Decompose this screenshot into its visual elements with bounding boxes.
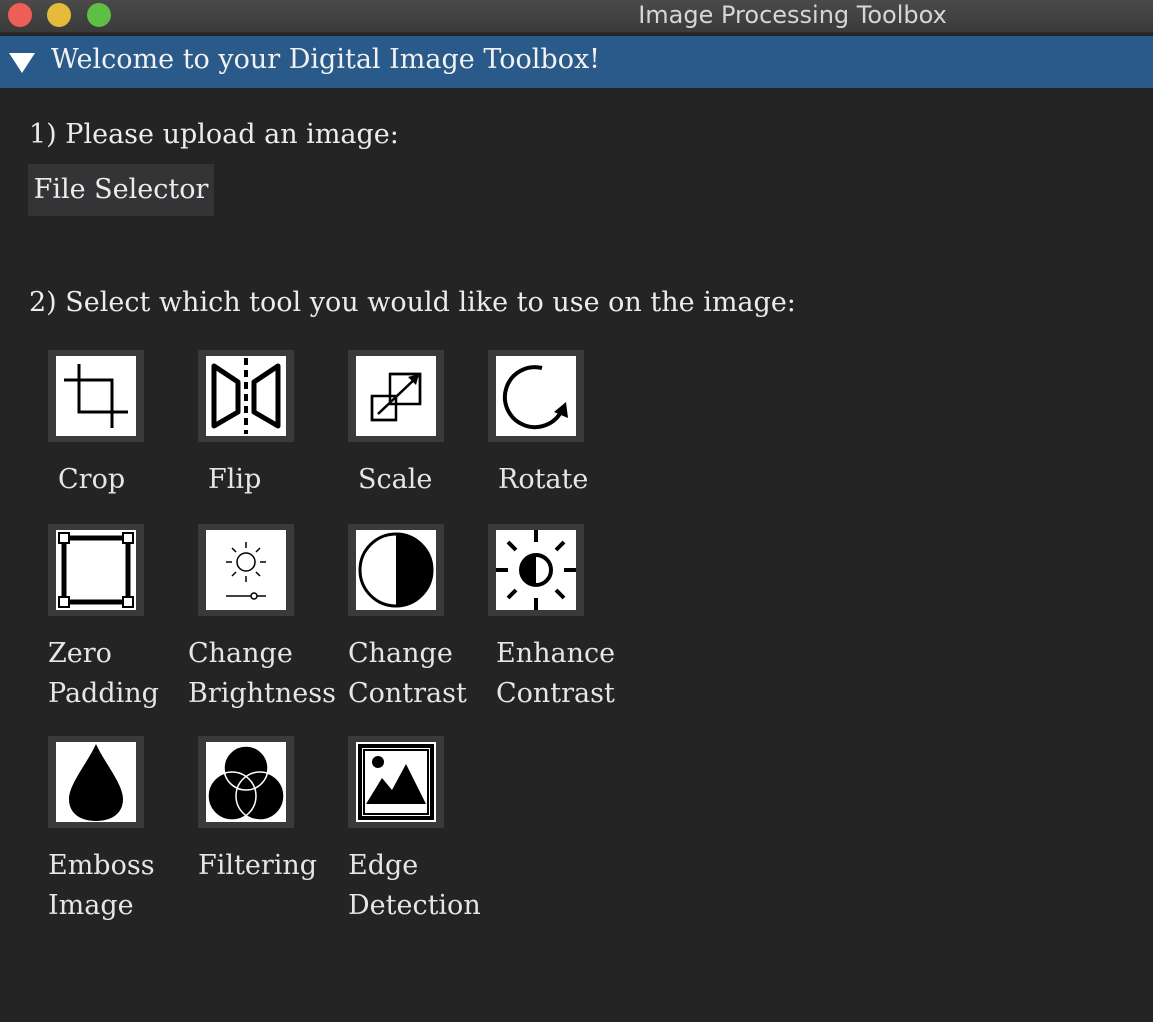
rotate-icon xyxy=(502,365,568,430)
tool-label: Change Brightness xyxy=(188,638,336,709)
brightness-icon xyxy=(226,542,266,600)
tool-label: Flip xyxy=(208,464,262,495)
enhance-contrast-icon xyxy=(496,530,576,610)
tool-edge-detection-button[interactable] xyxy=(348,736,444,828)
edge-detection-icon xyxy=(358,744,434,820)
crop-icon xyxy=(64,364,128,428)
file-selector-button[interactable]: File Selector xyxy=(28,164,214,216)
tool-label: Filtering xyxy=(198,850,318,881)
tool-rotate-button[interactable] xyxy=(488,350,584,442)
upload-instruction: 1) Please upload an image: xyxy=(29,119,399,150)
contrast-icon xyxy=(358,532,434,608)
window-titlebar: Image Processing Toolbox xyxy=(0,0,1153,33)
tool-enhance-contrast-button[interactable] xyxy=(488,524,584,616)
filter-icon xyxy=(207,745,285,821)
tool-label: Crop xyxy=(58,464,126,495)
tool-filtering-button[interactable] xyxy=(198,736,294,828)
tool-crop-button[interactable] xyxy=(48,350,144,442)
tool-label: Zero Padding xyxy=(48,638,159,709)
scale-icon xyxy=(370,372,422,422)
tool-label: Scale xyxy=(358,464,433,495)
panel-title: Welcome to your Digital Image Toolbox! xyxy=(51,44,601,75)
tool-scale-button[interactable] xyxy=(348,350,444,442)
tool-change-brightness-button[interactable] xyxy=(198,524,294,616)
tool-emboss-image-button[interactable] xyxy=(48,736,144,828)
tool-flip-button[interactable] xyxy=(198,350,294,442)
tool-label: Enhance Contrast xyxy=(496,638,616,709)
flip-icon xyxy=(211,358,281,434)
collapse-triangle-icon[interactable] xyxy=(9,53,35,73)
emboss-icon xyxy=(69,744,123,821)
tool-change-contrast-button[interactable] xyxy=(348,524,444,616)
tool-label: Change Contrast xyxy=(348,638,467,709)
window-title: Image Processing Toolbox xyxy=(638,1,947,29)
tool-zero-padding-button[interactable] xyxy=(48,524,144,616)
tool-label: Rotate xyxy=(498,464,589,495)
tool-instruction: 2) Select which tool you would like to u… xyxy=(29,287,796,318)
welcome-panel-header[interactable]: Welcome to your Digital Image Toolbox! xyxy=(0,36,1153,88)
tool-label: Edge Detection xyxy=(348,850,481,921)
tool-label: Emboss Image xyxy=(48,850,155,921)
zero-padding-icon xyxy=(58,532,134,608)
